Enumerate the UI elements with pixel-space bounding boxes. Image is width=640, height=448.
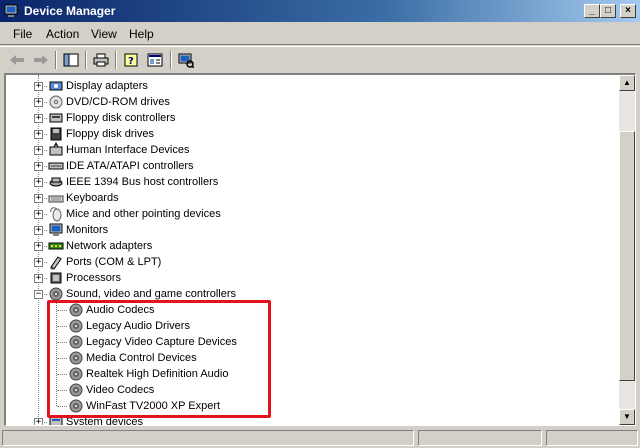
ide-controller-icon xyxy=(48,158,64,174)
tree-category-label[interactable]: IEEE 1394 Bus host controllers xyxy=(66,176,218,188)
print-icon[interactable] xyxy=(90,51,112,69)
menu-file[interactable]: File xyxy=(13,27,32,41)
collapse-button[interactable]: − xyxy=(34,290,43,299)
status-pane-2 xyxy=(418,430,542,446)
expand-button[interactable]: + xyxy=(34,210,43,219)
tree-category-row[interactable]: + Display adapters xyxy=(6,78,606,94)
toolbar-separator xyxy=(85,51,87,69)
ieee1394-icon xyxy=(48,174,64,190)
highlight-box xyxy=(47,300,271,418)
tree-category-label[interactable]: DVD/CD-ROM drives xyxy=(66,96,170,108)
floppy-controller-icon xyxy=(48,110,64,126)
tree-category-label[interactable]: Network adapters xyxy=(66,240,152,252)
floppy-drive-icon xyxy=(48,126,64,142)
back-arrow-icon[interactable] xyxy=(6,51,28,69)
tree-category-label[interactable]: Processors xyxy=(66,272,121,284)
tree-category-row[interactable]: + DVD/CD-ROM drives xyxy=(6,94,606,110)
tree-category-label[interactable]: Display adapters xyxy=(66,80,148,92)
vertical-scrollbar[interactable]: ▲ ▼ xyxy=(619,75,635,425)
tree-category-row[interactable]: + Floppy disk controllers xyxy=(6,110,606,126)
minimize-button[interactable]: _ xyxy=(584,4,600,18)
expand-button[interactable]: + xyxy=(34,258,43,267)
tree-category-label[interactable]: IDE ATA/ATAPI controllers xyxy=(66,160,194,172)
tree-category-label[interactable]: Floppy disk controllers xyxy=(66,112,175,124)
title-bar: Device Manager _ □ × xyxy=(0,0,640,22)
tree-category-row[interactable]: + Floppy disk drives xyxy=(6,126,606,142)
tree-category-row[interactable]: + Monitors xyxy=(6,222,606,238)
expand-button[interactable]: + xyxy=(34,418,43,425)
toolbar-separator xyxy=(55,51,57,69)
tree-category-row[interactable]: + IEEE 1394 Bus host controllers xyxy=(6,174,606,190)
network-adapter-icon xyxy=(48,238,64,254)
tree-category-row[interactable]: + Processors xyxy=(6,270,606,286)
status-bar xyxy=(0,428,640,448)
display-adapter-icon xyxy=(48,78,64,94)
scroll-down-button[interactable]: ▼ xyxy=(619,409,635,425)
processor-icon xyxy=(48,270,64,286)
hid-icon xyxy=(48,141,64,158)
tree-category-label[interactable]: Mice and other pointing devices xyxy=(66,208,221,220)
window-title: Device Manager xyxy=(24,4,116,18)
device-tree-panel: + Display adapters + DVD/CD-ROM drives + Flop… xyxy=(4,73,636,426)
toolbar: ? xyxy=(0,46,640,72)
tree-category-label[interactable]: Ports (COM & LPT) xyxy=(66,256,161,268)
expand-button[interactable]: + xyxy=(34,114,43,123)
scan-hardware-icon[interactable] xyxy=(175,51,197,69)
expand-button[interactable]: + xyxy=(34,162,43,171)
keyboard-icon xyxy=(48,190,64,206)
menu-view[interactable]: View xyxy=(91,27,117,41)
tree-category-label[interactable]: Sound, video and game controllers xyxy=(66,288,236,300)
expand-button[interactable]: + xyxy=(34,274,43,283)
show-hide-console-tree-icon[interactable] xyxy=(60,51,82,69)
expand-button[interactable]: + xyxy=(34,178,43,187)
port-icon xyxy=(48,254,64,270)
properties-icon[interactable] xyxy=(144,51,166,69)
tree-category-row[interactable]: + Ports (COM & LPT) xyxy=(6,254,606,270)
tree-category-row[interactable]: + Mice and other pointing devices xyxy=(6,206,606,222)
scroll-thumb[interactable] xyxy=(619,131,635,381)
status-pane-main xyxy=(2,430,414,446)
tree-category-row[interactable]: + Human Interface Devices xyxy=(6,141,606,158)
toolbar-separator xyxy=(170,51,172,69)
scroll-up-button[interactable]: ▲ xyxy=(619,75,635,91)
tree-category-label[interactable]: Keyboards xyxy=(66,192,119,204)
menu-help[interactable]: Help xyxy=(129,27,154,41)
forward-arrow-icon[interactable] xyxy=(30,51,52,69)
menu-bar: File Action View Help xyxy=(0,23,640,45)
tree-category-row[interactable]: + Network adapters xyxy=(6,238,606,254)
tree-category-row[interactable]: + Keyboards xyxy=(6,190,606,206)
status-pane-3 xyxy=(546,430,638,446)
tree-category-label[interactable]: Monitors xyxy=(66,224,108,236)
expand-button[interactable]: + xyxy=(34,242,43,251)
mouse-icon xyxy=(48,206,64,222)
expand-button[interactable]: + xyxy=(34,226,43,235)
svg-text:?: ? xyxy=(128,56,134,67)
device-manager-icon xyxy=(4,4,18,17)
menu-action[interactable]: Action xyxy=(46,27,79,41)
monitor-icon xyxy=(48,222,64,238)
expand-button[interactable]: + xyxy=(34,82,43,91)
expand-button[interactable]: + xyxy=(34,146,43,155)
expand-button[interactable]: + xyxy=(34,130,43,139)
expand-button[interactable]: + xyxy=(34,98,43,107)
tree-category-label[interactable]: Human Interface Devices xyxy=(66,144,190,156)
maximize-button[interactable]: □ xyxy=(600,4,616,18)
expand-button[interactable]: + xyxy=(34,194,43,203)
toolbar-separator xyxy=(115,51,117,69)
tree-category-row[interactable]: + IDE ATA/ATAPI controllers xyxy=(6,158,606,174)
help-icon[interactable]: ? xyxy=(120,51,142,69)
tree-category-label[interactable]: Floppy disk drives xyxy=(66,128,154,140)
close-button[interactable]: × xyxy=(620,4,636,18)
dvd-drive-icon xyxy=(48,94,64,110)
